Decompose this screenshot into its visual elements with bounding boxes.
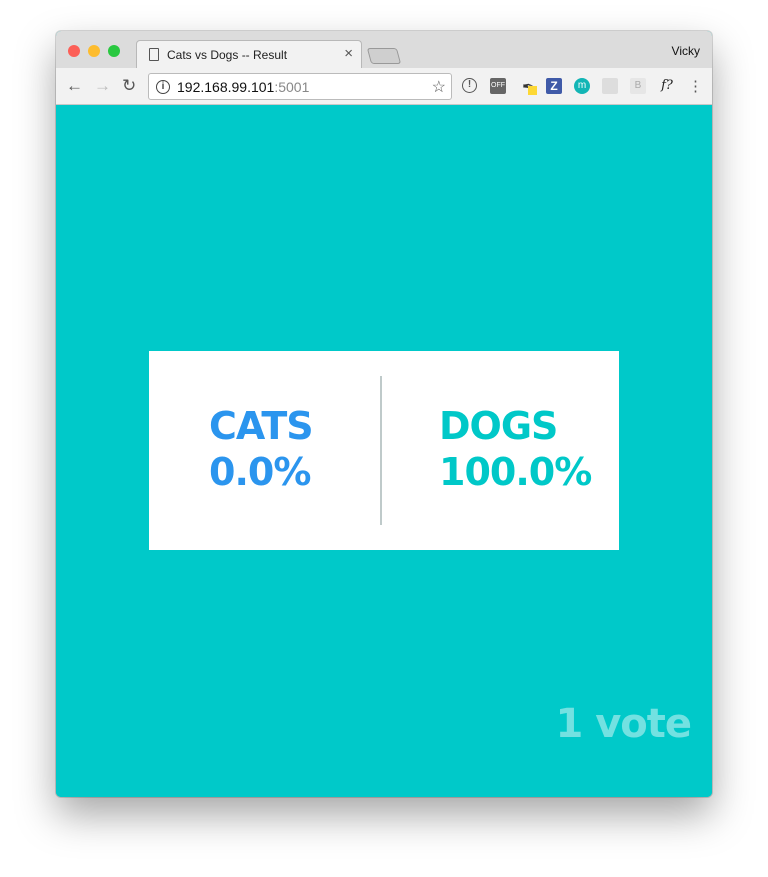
close-window-button[interactable] (68, 45, 80, 57)
dogs-percent: 100.0% (439, 450, 592, 494)
info-icon[interactable]: i (156, 80, 170, 94)
m-icon[interactable]: m (574, 78, 590, 94)
results-card: CATS 0.0% DOGS 100.0% (149, 351, 619, 550)
back-icon[interactable]: ← (66, 76, 83, 96)
b-icon[interactable]: B (630, 78, 646, 94)
close-tab-icon[interactable]: × (344, 45, 353, 62)
eyedropper-icon[interactable]: ✒ (520, 78, 537, 95)
new-tab-button[interactable] (366, 48, 402, 64)
address-bar[interactable]: i 192.168.99.101:5001 ☆ (148, 73, 452, 100)
vote-count: 1 vote (555, 701, 692, 747)
toolbar: ← → ↻ i 192.168.99.101:5001 ☆ ! OFF ✒ Z … (56, 68, 712, 105)
onepassword-icon[interactable]: ! (462, 78, 477, 93)
browser-window: Cats vs Dogs -- Result × Vicky ← → ↻ i 1… (56, 31, 712, 797)
tab-active[interactable]: Cats vs Dogs -- Result × (136, 40, 362, 69)
url-host: 192.168.99.101 (177, 79, 275, 95)
forward-icon[interactable]: → (94, 76, 111, 96)
zotero-icon[interactable]: Z (546, 78, 562, 94)
title-bar: Cats vs Dogs -- Result × Vicky (56, 31, 712, 69)
document-icon (149, 48, 159, 61)
font-question-icon[interactable]: f? (657, 78, 677, 94)
cats-percent: 0.0% (209, 450, 311, 494)
profile-name[interactable]: Vicky (672, 44, 700, 58)
bookmark-star-icon[interactable]: ☆ (432, 77, 446, 97)
minimize-window-button[interactable] (88, 45, 100, 57)
tab-title: Cats vs Dogs -- Result (167, 48, 288, 62)
page-content: CATS 0.0% DOGS 100.0% 1 vote (56, 105, 712, 797)
off-icon[interactable]: OFF (490, 78, 506, 94)
menu-icon[interactable]: ⋮ (688, 77, 703, 95)
reload-icon[interactable]: ↻ (122, 76, 136, 96)
dogs-result: DOGS 100.0% (439, 403, 592, 495)
divider (380, 376, 382, 525)
cats-label: CATS (209, 404, 314, 448)
maximize-window-button[interactable] (108, 45, 120, 57)
url-port: :5001 (274, 79, 310, 95)
cats-result: CATS 0.0% (209, 403, 314, 495)
dogs-label: DOGS (439, 404, 558, 448)
url-text: 192.168.99.101:5001 (177, 79, 309, 95)
rss-icon[interactable] (602, 78, 618, 94)
